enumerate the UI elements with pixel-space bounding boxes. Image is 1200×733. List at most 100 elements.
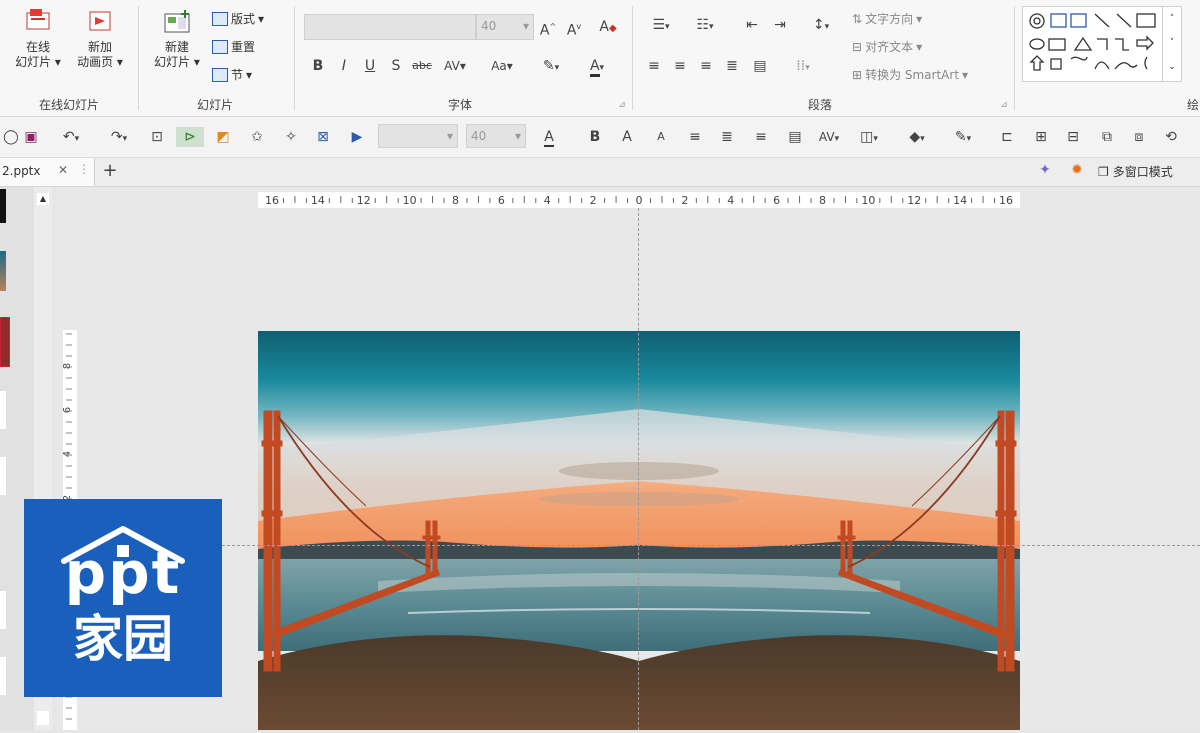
italic-button[interactable]: I [334, 57, 354, 75]
picture-icon[interactable]: ◩ [212, 127, 234, 147]
font-dialog-launcher-icon[interactable]: ⊿ [612, 96, 632, 114]
qat-bring-front-icon[interactable]: ⧉ [1096, 127, 1118, 147]
thumbnail-2[interactable] [0, 251, 6, 291]
clear-format-icon[interactable]: A◆ [598, 18, 618, 38]
group-title-online-slides: 在线幻灯片 [38, 98, 99, 112]
vertical-ruler-label: 6 [63, 407, 73, 413]
circle-icon[interactable]: ◯ [0, 127, 22, 147]
qat-font-color-icon[interactable]: A [538, 127, 560, 147]
qat-align-left-icon[interactable]: ≡ [750, 127, 772, 147]
align-text-button[interactable]: ⊟ 对齐文本 ▾ [852, 38, 922, 56]
ruler-tick-label: 6 [773, 194, 780, 207]
highlight-icon[interactable]: ✎▾ [536, 57, 566, 77]
align-left-icon[interactable]: ≡ [644, 57, 664, 75]
settings-gear-icon[interactable]: ✹ [1066, 162, 1088, 182]
qat-fill-color-icon[interactable]: ◆▾ [900, 127, 934, 147]
bullets-icon[interactable]: ☰▾ [644, 16, 678, 36]
divider [1014, 6, 1015, 110]
add-tab-button[interactable]: + [100, 160, 120, 182]
ruler-tick-label: 4 [727, 194, 734, 207]
qat-char-spacing-icon[interactable]: AV▾ [812, 127, 846, 147]
thumbnail-4[interactable] [0, 391, 6, 429]
qat-grow-font-icon[interactable]: A [616, 127, 638, 147]
increase-font-icon[interactable]: A^ [538, 18, 558, 40]
online-slide-button[interactable]: 在线 幻灯片 ▾ [8, 8, 68, 70]
qat-font-size-combo[interactable]: 40 ▾ [466, 124, 526, 148]
qat-distribute-h-icon[interactable]: ⊟ [1062, 127, 1084, 147]
scroll-up-icon[interactable]: ▲ [37, 193, 49, 205]
underline-button[interactable]: U [360, 57, 380, 75]
strikethrough-button[interactable]: abc [412, 57, 432, 75]
section-button[interactable]: 节 ▾ [212, 66, 252, 84]
qat-justify-icon[interactable]: ≣ [716, 127, 738, 147]
smartart-icon: ⊞ [852, 68, 863, 82]
qat-outline-icon[interactable]: ✎▾ [946, 127, 980, 147]
distribute-icon[interactable]: ▤ [750, 57, 770, 75]
presenter-icon[interactable]: ⊡ [146, 127, 168, 147]
slide-picture[interactable] [258, 331, 1020, 730]
close-tab-icon[interactable]: ✕ [58, 163, 68, 177]
decrease-font-icon[interactable]: Av [564, 18, 584, 40]
ruler-tick-label: 10 [403, 194, 417, 207]
align-right-icon[interactable]: ≡ [696, 57, 716, 75]
qat-group-icon[interactable]: ⊞ [1030, 127, 1052, 147]
font-family-combo[interactable] [304, 14, 476, 40]
qat-send-back-icon[interactable]: ⧈ [1128, 127, 1150, 147]
shadow-button[interactable]: S [386, 57, 406, 75]
align-center-icon[interactable]: ≡ [670, 57, 690, 75]
numbering-icon[interactable]: ☷▾ [688, 16, 722, 36]
new-slide-label-2: 幻灯片 ▾ [154, 55, 200, 69]
multi-window-button[interactable]: ❐ 多窗口模式 [1098, 162, 1173, 182]
text-box-icon[interactable]: ⊠ [312, 127, 334, 147]
play-slide-icon[interactable]: ⊳ [176, 127, 204, 147]
qat-shrink-font-icon[interactable]: A [650, 127, 672, 147]
vertical-center-guide [638, 208, 639, 730]
star-effect-icon[interactable]: ✩ [246, 127, 268, 147]
line-spacing-icon[interactable]: ↕▾ [804, 16, 838, 36]
shapes-gallery-scroll[interactable]: ˄ ˅ ⌄ [1162, 6, 1182, 82]
columns-icon[interactable]: ⁞⁞▾ [786, 57, 820, 77]
pin-icon[interactable]: ✦ [1034, 162, 1056, 182]
redo-icon[interactable]: ↷▾ [100, 127, 138, 147]
shapes-gallery[interactable] [1022, 6, 1164, 82]
scroll-thumb[interactable] [37, 711, 49, 725]
divider [138, 6, 139, 110]
shapes-gallery-icons [1029, 13, 1156, 71]
qat-bold-icon[interactable]: B [584, 127, 606, 147]
save-icon[interactable]: ▣ [20, 127, 42, 147]
increase-indent-icon[interactable]: ⇥ [770, 16, 790, 34]
paragraph-dialog-launcher-icon[interactable]: ⊿ [994, 96, 1014, 114]
qat-font-family-combo[interactable]: ▾ [378, 124, 458, 148]
thumbnail-6[interactable] [0, 591, 6, 629]
decrease-indent-icon[interactable]: ⇤ [742, 16, 762, 34]
char-spacing-button[interactable]: AV▾ [440, 57, 470, 75]
text-direction-icon: ⇅ [852, 12, 863, 26]
ruler-tick-label: 4 [544, 194, 551, 207]
thumbnail-7[interactable] [0, 657, 6, 695]
qat-distribute-icon[interactable]: ▤ [784, 127, 806, 147]
divider [632, 6, 633, 110]
qat-crop-icon[interactable]: ⊏ [996, 127, 1018, 147]
qat-align-center-icon[interactable]: ≡ [684, 127, 706, 147]
change-case-button[interactable]: Aa▾ [484, 57, 520, 75]
text-direction-button[interactable]: ⇅ 文字方向 ▾ [852, 10, 922, 28]
font-color-icon[interactable]: A▾ [580, 57, 614, 77]
reset-button[interactable]: 重置 [212, 38, 255, 56]
qat-rotate-icon[interactable]: ⟲ [1160, 127, 1182, 147]
qat-shape-fill-icon[interactable]: ◫▾ [854, 127, 884, 147]
convert-smartart-button[interactable]: ⊞ 转换为 SmartArt ▾ [852, 66, 968, 84]
layout-button[interactable]: 版式 ▾ [212, 10, 264, 28]
new-animation-page-button[interactable]: 新加 动画页 ▾ [70, 8, 130, 70]
new-slide-button[interactable]: 新建 幻灯片 ▾ [146, 8, 208, 70]
thumbnail-5[interactable] [0, 457, 6, 495]
star-outline-icon[interactable]: ✧ [280, 127, 302, 147]
justify-icon[interactable]: ≣ [722, 57, 742, 75]
bold-button[interactable]: B [308, 57, 328, 75]
undo-icon[interactable]: ↶▾ [52, 127, 90, 147]
tab-menu-icon[interactable]: ⋮ [78, 162, 90, 176]
thumbnail-1[interactable] [0, 189, 6, 223]
font-size-combo[interactable]: 40 ▾ [476, 14, 534, 40]
media-box-icon[interactable]: ▶ [346, 127, 368, 147]
thumbnail-3-selected[interactable] [0, 317, 10, 367]
doc-tab[interactable]: 2.pptx ✕ ⋮ [0, 158, 95, 186]
